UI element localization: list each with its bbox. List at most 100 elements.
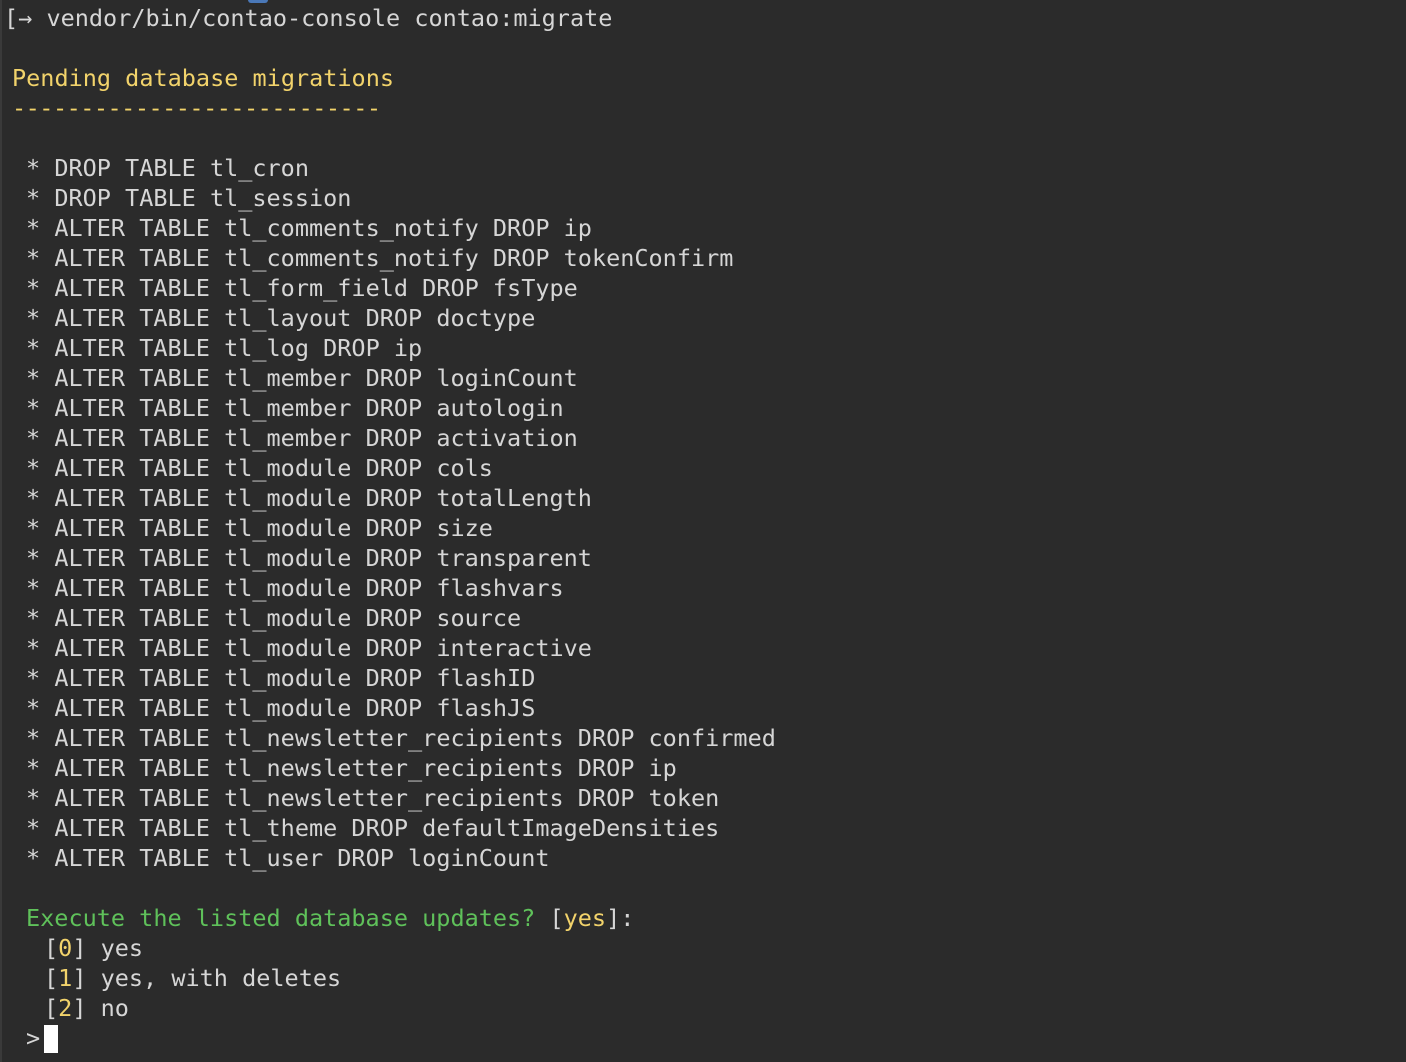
bullet-icon: *	[26, 754, 41, 782]
bullet-icon: *	[26, 304, 41, 332]
bullet-icon: *	[26, 604, 41, 632]
text-cursor[interactable]	[44, 1025, 59, 1053]
bullet-icon: *	[26, 484, 41, 512]
migration-statement: ALTER TABLE tl_user DROP loginCount	[54, 844, 550, 872]
bullet-icon: *	[26, 244, 41, 272]
migration-item: * ALTER TABLE tl_comments_notify DROP ip	[4, 213, 1406, 243]
migration-statement: ALTER TABLE tl_newsletter_recipients DRO…	[54, 724, 776, 752]
choice-close: ]	[72, 964, 87, 992]
choice-open: [	[44, 934, 59, 962]
choice-close: ]	[72, 934, 87, 962]
command-bracket: [	[4, 4, 19, 32]
section-underline: ---------------------------	[12, 94, 381, 122]
migration-item: * ALTER TABLE tl_module DROP cols	[4, 453, 1406, 483]
prompt-arrow-icon: →	[18, 4, 33, 32]
bullet-icon: *	[26, 784, 41, 812]
choice-open: [	[44, 964, 59, 992]
choice-list: [0] yes [1] yes, with deletes [2] no	[4, 933, 1406, 1023]
input-prompt[interactable]: >	[4, 1023, 1406, 1053]
migration-statement: ALTER TABLE tl_module DROP cols	[54, 454, 493, 482]
migration-item: * ALTER TABLE tl_form_field DROP fsType	[4, 273, 1406, 303]
migration-item: * ALTER TABLE tl_layout DROP doctype	[4, 303, 1406, 333]
bullet-icon: *	[26, 544, 41, 572]
bullet-icon: *	[26, 664, 41, 692]
command-text: vendor/bin/contao-console contao:migrate	[46, 4, 613, 32]
migration-item: * ALTER TABLE tl_log DROP ip	[4, 333, 1406, 363]
choice-index: 0	[58, 934, 73, 962]
migration-item: * ALTER TABLE tl_module DROP flashJS	[4, 693, 1406, 723]
confirm-question: Execute the listed database updates? [ye…	[4, 903, 1406, 933]
bullet-icon: *	[26, 154, 41, 182]
migration-statement: ALTER TABLE tl_module DROP transparent	[54, 544, 592, 572]
command-line: [→ vendor/bin/contao-console contao:migr…	[4, 3, 1406, 33]
bullet-icon: *	[26, 274, 41, 302]
bullet-icon: *	[26, 184, 41, 212]
migration-item: * ALTER TABLE tl_newsletter_recipients D…	[4, 723, 1406, 753]
migration-list: * DROP TABLE tl_cron * DROP TABLE tl_sess…	[4, 153, 1406, 873]
choice-label: yes	[86, 934, 144, 962]
choice-label: no	[86, 994, 129, 1022]
migration-statement: ALTER TABLE tl_log DROP ip	[54, 334, 423, 362]
bullet-icon: *	[26, 724, 41, 752]
question-text: Execute the listed database updates?	[26, 904, 536, 932]
migration-statement: ALTER TABLE tl_newsletter_recipients DRO…	[54, 754, 677, 782]
migration-statement: DROP TABLE tl_session	[54, 184, 352, 212]
bullet-icon: *	[26, 334, 41, 362]
migration-statement: ALTER TABLE tl_layout DROP doctype	[54, 304, 536, 332]
migration-statement: ALTER TABLE tl_member DROP activation	[54, 424, 578, 452]
migration-item: * ALTER TABLE tl_module DROP totalLength	[4, 483, 1406, 513]
bullet-icon: *	[26, 694, 41, 722]
choice-option[interactable]: [0] yes	[4, 933, 1406, 963]
migration-statement: ALTER TABLE tl_member DROP loginCount	[54, 364, 578, 392]
migration-item: * ALTER TABLE tl_comments_notify DROP to…	[4, 243, 1406, 273]
migration-item: * ALTER TABLE tl_module DROP flashvars	[4, 573, 1406, 603]
bullet-icon: *	[26, 514, 41, 542]
section-title: Pending database migrations	[12, 64, 395, 92]
bullet-icon: *	[26, 844, 41, 872]
choice-index: 2	[58, 994, 73, 1022]
migration-statement: ALTER TABLE tl_form_field DROP fsType	[54, 274, 578, 302]
migration-statement: ALTER TABLE tl_comments_notify DROP toke…	[54, 244, 734, 272]
bullet-icon: *	[26, 214, 41, 242]
migration-statement: ALTER TABLE tl_module DROP flashvars	[54, 574, 564, 602]
migration-item: * ALTER TABLE tl_module DROP flashID	[4, 663, 1406, 693]
migration-item: * ALTER TABLE tl_newsletter_recipients D…	[4, 783, 1406, 813]
bullet-icon: *	[26, 634, 41, 662]
migration-statement: DROP TABLE tl_cron	[54, 154, 309, 182]
choice-close: ]	[72, 994, 87, 1022]
choice-option[interactable]: [2] no	[4, 993, 1406, 1023]
bullet-icon: *	[26, 574, 41, 602]
migration-item: * ALTER TABLE tl_module DROP interactive	[4, 633, 1406, 663]
terminal-window[interactable]: [→ vendor/bin/contao-console contao:migr…	[0, 0, 1406, 1062]
migration-item: * ALTER TABLE tl_module DROP source	[4, 603, 1406, 633]
migration-statement: ALTER TABLE tl_module DROP flashJS	[54, 694, 536, 722]
migration-item: * ALTER TABLE tl_member DROP activation	[4, 423, 1406, 453]
migration-item: * ALTER TABLE tl_user DROP loginCount	[4, 843, 1406, 873]
default-close: ]:	[606, 904, 635, 932]
migration-item: * ALTER TABLE tl_member DROP autologin	[4, 393, 1406, 423]
default-open: [	[535, 904, 564, 932]
migration-statement: ALTER TABLE tl_module DROP size	[54, 514, 493, 542]
choice-open: [	[44, 994, 59, 1022]
bullet-icon: *	[26, 424, 41, 452]
migration-statement: ALTER TABLE tl_newsletter_recipients DRO…	[54, 784, 720, 812]
migration-item: * ALTER TABLE tl_module DROP size	[4, 513, 1406, 543]
window-tab-indicator	[248, 0, 268, 3]
migration-statement: ALTER TABLE tl_module DROP source	[54, 604, 522, 632]
choice-index: 1	[58, 964, 73, 992]
migration-item: * ALTER TABLE tl_theme DROP defaultImage…	[4, 813, 1406, 843]
window-edge	[0, 0, 2, 1062]
migration-item: * ALTER TABLE tl_module DROP transparent	[4, 543, 1406, 573]
choice-option[interactable]: [1] yes, with deletes	[4, 963, 1406, 993]
choice-label: yes, with deletes	[86, 964, 342, 992]
migration-statement: ALTER TABLE tl_module DROP totalLength	[54, 484, 592, 512]
default-value: yes	[563, 904, 607, 932]
migration-item: * ALTER TABLE tl_member DROP loginCount	[4, 363, 1406, 393]
bullet-icon: *	[26, 394, 41, 422]
bullet-icon: *	[26, 454, 41, 482]
migration-statement: ALTER TABLE tl_module DROP flashID	[54, 664, 536, 692]
migration-item: * DROP TABLE tl_cron	[4, 153, 1406, 183]
